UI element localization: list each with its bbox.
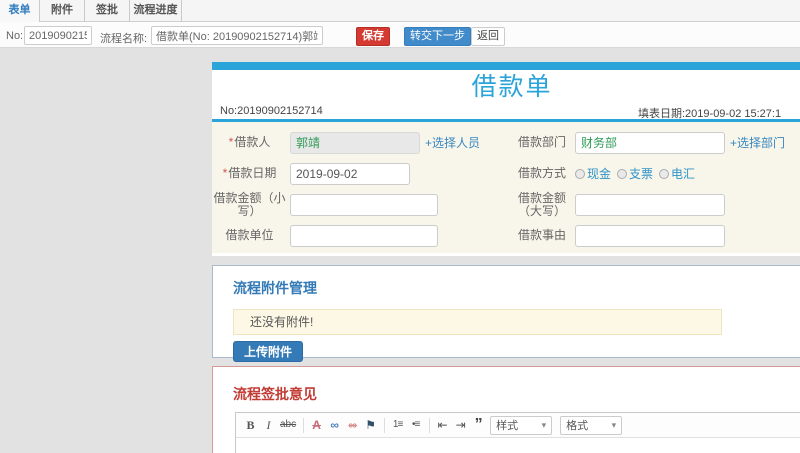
department-row: 借款部门 +选择部门 — [512, 127, 800, 158]
cash-radio-label[interactable]: 现金 — [587, 165, 611, 182]
flow-name-label: 流程名称: — [100, 33, 148, 45]
loan-date-label: *借款日期 — [222, 166, 277, 180]
remove-format-icon[interactable]: A — [310, 414, 323, 436]
ordered-list-icon[interactable]: 1≡ — [391, 414, 404, 436]
screen: 表单 附件 签批 流程进度 No: 流程名称: 保存 转交下一步 返回 借款单 … — [0, 0, 800, 453]
save-button[interactable]: 保存 — [356, 27, 390, 46]
amount-big-label: 借款金额（大写） — [517, 190, 566, 218]
next-step-button[interactable]: 转交下一步 — [404, 27, 471, 46]
loan-date-row: *借款日期 — [212, 158, 512, 189]
style-select-label: 样式 — [496, 420, 519, 432]
editor-content-area[interactable] — [236, 438, 800, 453]
select-person-link[interactable]: +选择人员 — [425, 134, 480, 151]
editor-toolbar: B I abc A ∞ ∞ ⚑ 1≡ •≡ ⇤ ⇥ ” 样式 ▾ 格式 ▾ — [236, 413, 800, 438]
no-attachment-alert: 还没有附件! — [233, 309, 722, 335]
loan-unit-label: 借款单位 — [225, 228, 274, 242]
form-top-accent-bar — [212, 62, 800, 70]
bold-icon[interactable]: B — [244, 414, 257, 436]
amount-big-row: 借款金额（大写） — [512, 189, 800, 220]
tab-attachments[interactable]: 附件 — [40, 0, 85, 22]
borrower-row: *借款人 +选择人员 — [212, 127, 512, 158]
approval-panel-title: 流程签批意见 — [233, 386, 317, 402]
italic-icon[interactable]: I — [262, 414, 275, 436]
amount-big-input[interactable] — [575, 193, 725, 216]
form-number-text: No:20190902152714 — [220, 105, 323, 117]
borrower-input[interactable] — [290, 131, 420, 154]
no-input[interactable] — [24, 26, 92, 45]
loan-unit-row: 借款单位 — [212, 220, 512, 251]
attachment-panel: 流程附件管理 还没有附件! 上传附件 — [212, 265, 800, 362]
department-input[interactable] — [575, 131, 725, 154]
toolbar-separator — [303, 417, 305, 433]
cash-radio[interactable] — [575, 168, 585, 179]
form-header: 借款单 No:20190902152714 填表日期:2019-09-02 15… — [212, 70, 800, 122]
select-department-link[interactable]: +选择部门 — [730, 134, 785, 151]
tab-approval[interactable]: 签批 — [85, 0, 130, 22]
style-select[interactable]: 样式 ▾ — [490, 415, 553, 435]
required-asterisk: * — [228, 135, 234, 149]
method-label: 借款方式 — [517, 166, 566, 180]
attachment-panel-title: 流程附件管理 — [233, 280, 317, 296]
anchor-flag-icon[interactable]: ⚑ — [364, 414, 377, 436]
loan-form-panel: 借款单 No:20190902152714 填表日期:2019-09-02 15… — [212, 62, 800, 256]
wire-radio-label[interactable]: 电汇 — [671, 165, 695, 182]
format-select[interactable]: 格式 ▾ — [560, 415, 623, 435]
form-content: 借款单 No:20190902152714 填表日期:2019-09-02 15… — [212, 62, 800, 453]
indent-icon[interactable]: ⇥ — [454, 414, 467, 436]
link-icon[interactable]: ∞ — [328, 414, 341, 436]
amount-small-label: 借款金额（小写） — [213, 190, 286, 218]
borrower-label: *借款人 — [228, 135, 271, 149]
tab-progress[interactable]: 流程进度 — [130, 0, 182, 22]
form-title: 借款单 — [471, 73, 553, 101]
flow-name-input[interactable] — [151, 26, 323, 45]
outdent-icon[interactable]: ⇤ — [436, 414, 449, 436]
loan-reason-input[interactable] — [575, 224, 725, 247]
tab-form[interactable]: 表单 — [0, 0, 40, 22]
form-fill-date-text: 填表日期:2019-09-02 15:27:1 — [638, 108, 782, 120]
unordered-list-icon[interactable]: •≡ — [409, 414, 422, 436]
loan-reason-row: 借款事由 — [512, 220, 800, 251]
blockquote-icon[interactable]: ” — [472, 414, 485, 436]
loan-reason-label: 借款事由 — [517, 228, 566, 242]
toolbar-separator — [384, 417, 386, 433]
amount-small-row: 借款金额（小写） — [212, 189, 512, 220]
strikethrough-icon[interactable]: abc — [280, 414, 296, 436]
command-bar: No: 流程名称: 保存 转交下一步 返回 — [0, 22, 800, 48]
wire-radio[interactable] — [659, 168, 670, 179]
no-label: No: — [6, 30, 24, 42]
tab-bar: 表单 附件 签批 流程进度 — [0, 0, 800, 22]
back-button[interactable]: 返回 — [471, 27, 505, 46]
loan-date-input[interactable] — [290, 162, 410, 185]
chevron-down-icon: ▾ — [541, 419, 547, 430]
required-asterisk: * — [222, 166, 228, 180]
loan-unit-input[interactable] — [290, 224, 438, 247]
form-fields: *借款人 +选择人员 *借款日期 — [212, 122, 800, 253]
approval-panel: 流程签批意见 B I abc A ∞ ∞ ⚑ 1≡ •≡ ⇤ ⇥ ” 样式 ▾ … — [212, 366, 800, 453]
unlink-icon[interactable]: ∞ — [346, 414, 359, 436]
toolbar-separator — [429, 417, 431, 433]
upload-attachment-button[interactable]: 上传附件 — [233, 341, 304, 362]
rich-text-editor: B I abc A ∞ ∞ ⚑ 1≡ •≡ ⇤ ⇥ ” 样式 ▾ 格式 ▾ — [235, 412, 800, 453]
department-label: 借款部门 — [517, 135, 566, 149]
check-radio[interactable] — [617, 168, 628, 179]
page-background: 借款单 No:20190902152714 填表日期:2019-09-02 15… — [0, 48, 800, 453]
check-radio-label[interactable]: 支票 — [629, 165, 653, 182]
amount-small-input[interactable] — [290, 193, 438, 216]
format-select-label: 格式 — [566, 420, 589, 432]
method-row: 借款方式 现金 支票 电汇 — [512, 158, 800, 189]
chevron-down-icon: ▾ — [611, 419, 617, 430]
